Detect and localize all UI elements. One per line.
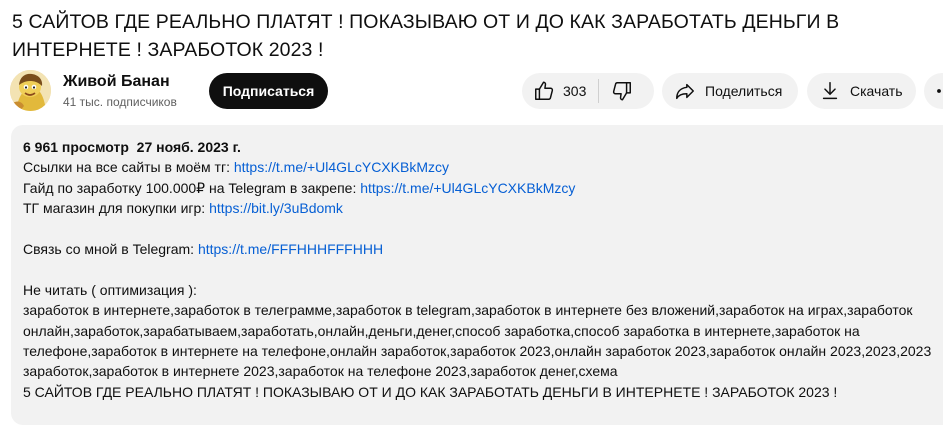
description-line: ТГ магазин для покупки игр: https://bit.… [23,198,931,218]
share-label: Поделиться [705,83,783,99]
description-text: Связь со мной в Telegram: [23,241,198,258]
upload-date: 27 нояб. 2023 г. [136,139,241,155]
download-label: Скачать [850,83,903,99]
description-line: Гайд по заработку 100.000₽ на Telegram в… [23,178,931,198]
channel-avatar[interactable] [10,70,51,111]
shop-link[interactable]: https://bit.ly/3uBdomk [209,200,343,216]
telegram-guide-link[interactable]: https://t.me/+Ul4GLcYCXKBkMzcy [360,180,575,196]
description-text: Ссылки на все сайты в моём тг: [23,159,234,176]
like-dislike-group: 303 [522,73,654,109]
seo-header: Не читать ( оптимизация ): [23,281,197,298]
subscriber-count: 41 тыс. подписчиков [63,95,177,109]
seo-line: заработок в интернете,заработок в телегр… [23,302,913,319]
share-button[interactable]: Поделиться [662,73,798,109]
description-meta: 6 961 просмотр 27 нояб. 2023 г. [23,137,931,157]
like-button[interactable]: 303 [522,73,598,109]
thumb-down-icon [611,80,633,102]
view-count: 6 961 просмотр [23,139,129,155]
description-text: Гайд по заработку 100.000₽ на Telegram в… [23,179,361,196]
more-actions-button[interactable] [924,73,943,109]
avatar-image [10,70,51,111]
telegram-link[interactable]: https://t.me/+Ul4GLcYCXKBkMzcy [234,159,449,175]
subscribe-button[interactable]: Подписаться [209,73,328,109]
seo-line: телефоне,заработок в интернете на телефо… [23,343,932,360]
description-text: ТГ магазин для покупки игр: [23,200,210,217]
description-line: Связь со мной в Telegram: https://t.me/F… [23,239,931,259]
channel-row: Живой Банан 41 тыс. подписчиков Подписат… [10,70,943,112]
description-box[interactable]: 6 961 просмотр 27 нояб. 2023 г. Ссылки н… [11,125,943,425]
seo-line: заработок,заработок в интернете 2023,зар… [23,363,618,380]
thumb-up-icon [533,80,555,102]
description-content: 6 961 просмотр 27 нояб. 2023 г. Ссылки н… [23,137,931,402]
contact-link[interactable]: https://t.me/FFFHHHFFFHHH [198,241,383,257]
download-icon [807,80,850,102]
video-title: 5 САЙТОВ ГДЕ РЕАЛЬНО ПЛАТЯТ ! ПОКАЗЫВАЮ … [12,11,840,61]
more-icon [924,79,943,103]
like-count: 303 [563,83,587,99]
description-footer-title: 5 САЙТОВ ГДЕ РЕАЛЬНО ПЛАТЯТ ! ПОКАЗЫВАЮ … [23,383,838,400]
download-button[interactable]: Скачать [807,73,916,109]
seo-line: онлайн,заработок,зарабатываем,заработать… [23,322,860,339]
dislike-button[interactable] [599,73,633,109]
share-icon [662,80,705,102]
channel-name[interactable]: Живой Банан [63,73,170,91]
description-line: Ссылки на все сайты в моём тг: https://t… [23,157,931,177]
